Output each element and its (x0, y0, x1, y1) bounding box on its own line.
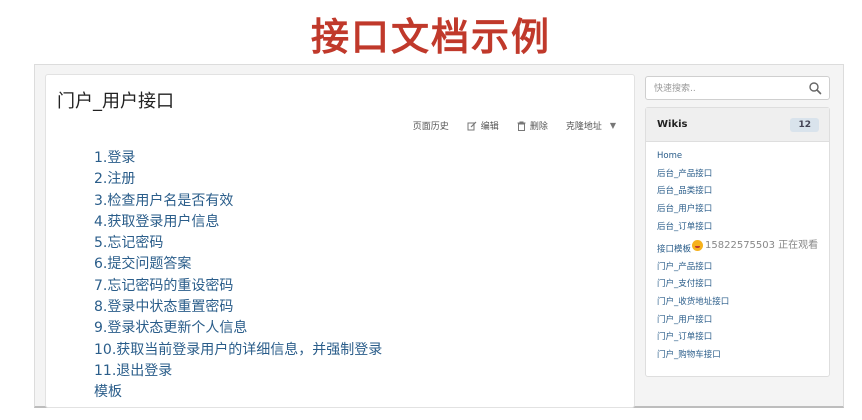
viewer-text: 15822575503 正在观看 (705, 239, 819, 251)
toc-item[interactable]: 7.忘记密码的重设密码 (94, 276, 382, 297)
page-title: 门户_用户接口 (57, 91, 174, 112)
toc-item[interactable]: 3.检查用户名是否有效 (94, 191, 382, 212)
wiki-link[interactable]: 门户_收货地址接口 (657, 294, 818, 312)
trash-icon (517, 121, 526, 131)
wiki-link[interactable]: 门户_订单接口 (657, 329, 818, 347)
slide-title: 接口文档示例 (310, 15, 551, 59)
page-actions: 页面历史 编辑 删除 克隆地址 ▼ (395, 119, 616, 132)
toc-item[interactable]: 模板 (94, 382, 382, 403)
toc-item[interactable]: 2.注册 (94, 169, 382, 190)
wiki-link-item: 接口模板 15822575503 正在观看 (657, 237, 818, 259)
grin-emoji-icon (692, 239, 704, 251)
pencil-icon (467, 121, 477, 130)
wiki-page-list: Home 后台_产品接口 后台_品类接口 后台_用户接口 后台_订单接口 接口模… (657, 148, 818, 365)
toc-item[interactable]: 4.获取登录用户信息 (94, 212, 382, 233)
viewer-watermark: 15822575503 正在观看 (692, 237, 818, 255)
clone-label: 克隆地址 (565, 122, 602, 132)
wiki-link[interactable]: 门户_支付接口 (657, 276, 818, 294)
wiki-link[interactable]: 接口模板 (657, 244, 691, 254)
wikis-count-badge: 12 (790, 118, 819, 132)
delete-button[interactable]: 删除 (517, 119, 548, 132)
delete-label: 删除 (529, 122, 548, 132)
wiki-link[interactable]: 门户_用户接口 (657, 312, 818, 330)
edit-label: 编辑 (480, 122, 499, 132)
table-of-contents: 1.登录 2.注册 3.检查用户名是否有效 4.获取登录用户信息 5.忘记密码 … (94, 148, 382, 404)
caret-down-icon: ▼ (609, 121, 616, 130)
browser-frame: 门户_用户接口 页面历史 编辑 删除 克隆地址 ▼ 1.登录 2.注册 3.检查… (34, 64, 844, 408)
wiki-link[interactable]: 后台_产品接口 (657, 166, 818, 184)
wikis-panel: Wikis 12 Home 后台_产品接口 后台_品类接口 后台_用户接口 后台… (645, 107, 830, 377)
toc-item[interactable]: 1.登录 (94, 148, 382, 169)
history-label: 页面历史 (412, 122, 449, 132)
toc-item[interactable]: 6.提交问题答案 (94, 254, 382, 275)
wikis-header: Wikis 12 (646, 108, 829, 142)
wiki-link[interactable]: 门户_产品接口 (657, 259, 818, 277)
history-link[interactable]: 页面历史 (413, 119, 449, 132)
wikis-title: Wikis (657, 119, 688, 130)
clone-dropdown[interactable]: 克隆地址 ▼ (566, 119, 616, 132)
wiki-link-home[interactable]: Home (657, 148, 818, 166)
toc-item[interactable]: 11.退出登录 (94, 361, 382, 382)
wiki-page-card: 门户_用户接口 页面历史 编辑 删除 克隆地址 ▼ 1.登录 2.注册 3.检查… (45, 74, 635, 408)
search-input[interactable] (654, 80, 804, 97)
search-box (645, 76, 830, 100)
wiki-link[interactable]: 门户_购物车接口 (657, 347, 818, 365)
wiki-link[interactable]: 后台_用户接口 (657, 201, 818, 219)
edit-button[interactable]: 编辑 (467, 119, 499, 132)
toc-item[interactable]: 10.获取当前登录用户的详细信息，并强制登录 (94, 340, 382, 361)
toc-item[interactable]: 5.忘记密码 (94, 233, 382, 254)
toc-item[interactable]: 8.登录中状态重置密码 (94, 297, 382, 318)
wiki-link[interactable]: 后台_品类接口 (657, 183, 818, 201)
wiki-link[interactable]: 后台_订单接口 (657, 219, 818, 237)
search-icon[interactable] (808, 81, 822, 95)
toc-item[interactable]: 9.登录状态更新个人信息 (94, 318, 382, 339)
